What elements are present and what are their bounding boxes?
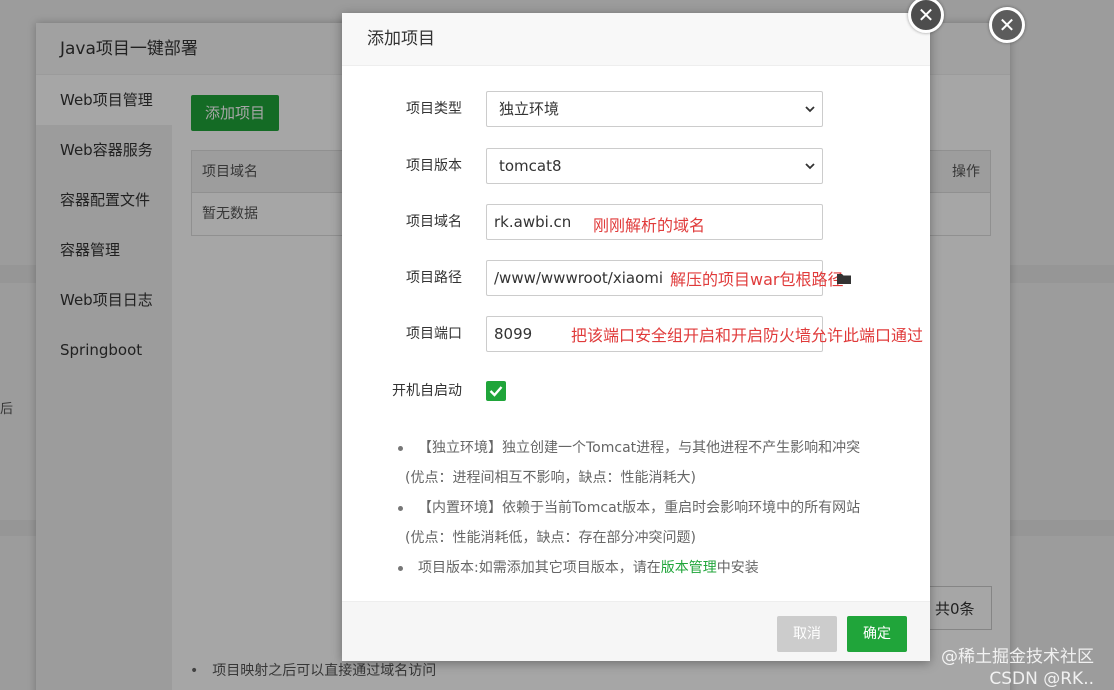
path-label: 项目路径 xyxy=(406,270,462,286)
add-project-modal: 添加项目 项目类型 独立环境 项目版本 tomcat8 项目域名 rk.awbi… xyxy=(342,13,930,661)
note-version-suffix: 中安装 xyxy=(716,560,759,576)
folder-icon[interactable] xyxy=(836,272,852,289)
note-standalone-detail: (优点：进程间相互不影响，缺点：性能消耗大) xyxy=(405,470,696,486)
help-notes: 【独立环境】独立创建一个Tomcat进程，与其他进程不产生影响和冲突 (优点：进… xyxy=(398,433,908,583)
watermark-line1: @稀土掘金技术社区 xyxy=(941,647,1094,667)
close-icon: ✕ xyxy=(998,13,1016,37)
close-panel-button[interactable]: ✕ xyxy=(989,7,1025,43)
cancel-button[interactable]: 取消 xyxy=(777,616,837,652)
form-row-autostart: 开机自启动 xyxy=(342,373,930,409)
form-row-path: 项目路径 /www/wwwroot/xiaomi 解压的项目war包根路径 xyxy=(342,260,930,296)
close-icon: ✕ xyxy=(917,3,935,27)
project-type-select[interactable]: 独立环境 xyxy=(486,91,823,127)
form-row-type: 项目类型 独立环境 xyxy=(342,91,930,127)
chevron-down-icon xyxy=(804,160,816,172)
modal-footer: 取消 确定 xyxy=(342,601,930,661)
domain-annotation: 刚刚解析的域名 xyxy=(593,216,706,235)
version-label: 项目版本 xyxy=(406,158,462,174)
type-label: 项目类型 xyxy=(406,101,462,117)
project-domain-value: rk.awbi.cn xyxy=(494,213,572,231)
watermark: @稀土掘金技术社区 CSDN @RK.. xyxy=(941,646,1094,690)
port-label: 项目端口 xyxy=(406,326,462,342)
chevron-down-icon xyxy=(804,103,816,115)
autostart-label: 开机自启动 xyxy=(392,383,462,399)
note-builtin-detail: (优点：性能消耗低，缺点：存在部分冲突问题) xyxy=(405,530,696,546)
version-manage-link[interactable]: 版本管理 xyxy=(661,560,717,576)
checkmark-icon xyxy=(489,386,503,397)
note-builtin: 【内置环境】依赖于当前Tomcat版本，重启时会影响环境中的所有网站 xyxy=(398,493,908,523)
form-row-domain: 项目域名 rk.awbi.cn 刚刚解析的域名 xyxy=(342,204,930,240)
project-type-value: 独立环境 xyxy=(499,100,560,118)
project-version-value: tomcat8 xyxy=(499,157,562,175)
confirm-button[interactable]: 确定 xyxy=(847,616,907,652)
note-version: 项目版本:如需添加其它项目版本，请在版本管理中安装 xyxy=(398,553,908,583)
watermark-line2: CSDN @RK.. xyxy=(989,669,1094,689)
modal-title: 添加项目 xyxy=(342,13,930,66)
project-path-value: /www/wwwroot/xiaomi xyxy=(494,269,664,287)
path-annotation: 解压的项目war包根路径 xyxy=(670,270,844,289)
form-row-port: 项目端口 8099 把该端口安全组开启和开启防火墙允许此端口通过 xyxy=(342,316,930,352)
note-version-prefix: 项目版本:如需添加其它项目版本，请在 xyxy=(418,560,661,576)
domain-label: 项目域名 xyxy=(406,214,462,230)
port-annotation: 把该端口安全组开启和开启防火墙允许此端口通过 xyxy=(571,326,924,345)
form-row-version: 项目版本 tomcat8 xyxy=(342,148,930,184)
project-port-value: 8099 xyxy=(494,325,533,343)
note-standalone: 【独立环境】独立创建一个Tomcat进程，与其他进程不产生影响和冲突 xyxy=(398,433,908,463)
project-version-select[interactable]: tomcat8 xyxy=(486,148,823,184)
autostart-checkbox[interactable] xyxy=(486,381,506,401)
